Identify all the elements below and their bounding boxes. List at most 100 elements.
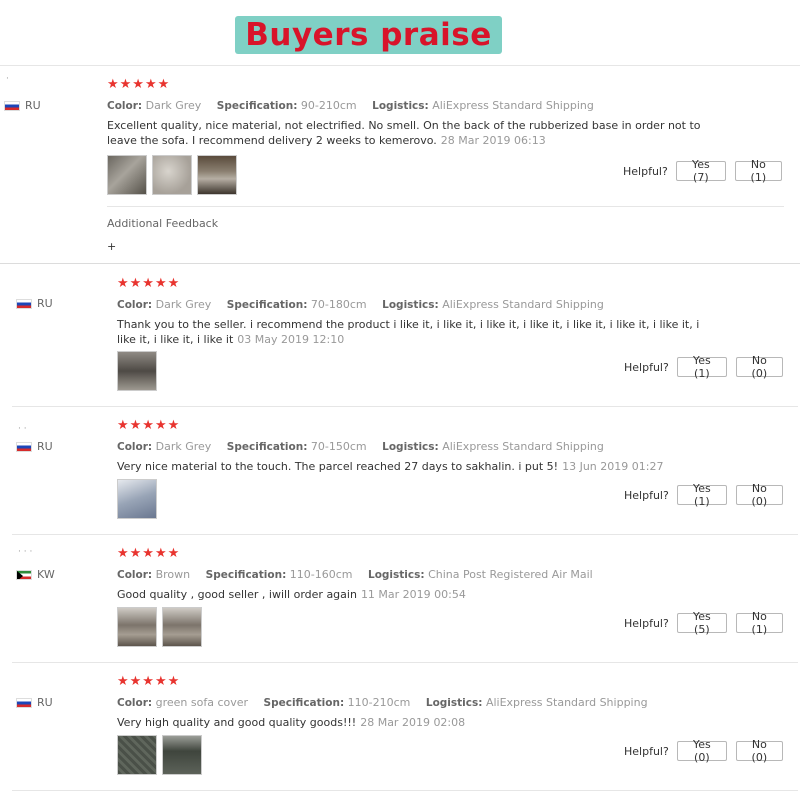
logistics-label: Logistics: [425,697,483,709]
review-text: Very high quality and good quality goods… [117,715,717,730]
color-label: Color: [117,299,153,311]
user-avatar-speck: · · [18,424,27,434]
divider [0,263,800,264]
review-photo[interactable] [117,607,157,647]
review-body: Very nice material to the touch. The par… [117,460,559,473]
review-meta: Color: Brown Specification: 110-160cm Lo… [117,567,717,583]
review-photo[interactable] [117,479,157,519]
helpful-votes: Helpful? Yes (5) No (1) [624,610,783,636]
helpful-label: Helpful? [623,164,668,178]
color-value: Dark Grey [145,99,202,112]
specification-value: 70-150cm [310,440,367,453]
divider [0,65,800,66]
review-meta: Color: Dark Grey Specification: 90-210cm… [107,98,707,114]
helpful-label: Helpful? [624,744,669,758]
specification-label: Specification: [216,100,298,112]
helpful-yes-button[interactable]: Yes (1) [676,354,727,380]
review-text: Good quality , good seller , iwill order… [117,587,717,602]
specification-label: Specification: [205,569,287,581]
divider [107,206,784,207]
color-value: green sofa cover [155,696,249,709]
review-photo[interactable] [117,735,157,775]
review-body: Thank you to the seller. i recommend the… [117,318,700,346]
logistics-label: Logistics: [372,100,429,112]
review-date: 03 May 2019 12:10 [237,333,345,346]
helpful-votes: Helpful? Yes (0) No (0) [624,738,783,764]
russia-flag-icon [16,298,32,309]
logistics-label: Logistics: [382,441,439,453]
review-photos [117,735,202,775]
review-photo[interactable] [162,735,202,775]
review-photo[interactable] [152,155,192,195]
review-photos [107,155,237,195]
review-body: Excellent quality, nice material, not el… [107,119,701,147]
color-label: Color: [117,441,153,453]
reviewer-country: RU [16,696,53,709]
review-content: ★★★★★ Color: Dark Grey Specification: 70… [117,419,717,474]
russia-flag-icon [4,100,20,111]
helpful-label: Helpful? [624,360,669,374]
logistics-value: AliExpress Standard Shipping [442,298,604,311]
specification-label: Specification: [263,697,345,709]
russia-flag-icon [16,441,32,452]
review-text: Very nice material to the touch. The par… [117,459,717,474]
country-code: RU [37,440,53,453]
review-photos [117,479,157,519]
review-text: Thank you to the seller. i recommend the… [117,317,717,347]
country-code: RU [37,696,53,709]
specification-value: 110-160cm [289,568,353,581]
helpful-no-button[interactable]: No (0) [735,738,783,764]
review-body: Very high quality and good quality goods… [117,716,357,729]
helpful-yes-button[interactable]: Yes (1) [676,482,727,508]
user-avatar-speck: · · · [18,547,33,557]
helpful-label: Helpful? [624,616,669,630]
reviewer-country: KW [16,568,55,581]
star-rating: ★★★★★ [117,546,181,561]
buyers-praise-banner: Buyers praise [235,16,502,54]
helpful-votes: Helpful? Yes (1) No (0) [624,482,783,508]
review-meta: Color: Dark Grey Specification: 70-150cm… [117,439,717,455]
logistics-label: Logistics: [368,569,425,581]
review-photo[interactable] [107,155,147,195]
review-photo[interactable] [162,607,202,647]
additional-feedback-expand[interactable]: + [107,240,116,253]
review-content: ★★★★★ Color: Brown Specification: 110-16… [117,547,717,602]
review-date: 11 Mar 2019 00:54 [360,588,466,601]
color-value: Dark Grey [155,298,212,311]
country-code: KW [37,568,55,581]
color-label: Color: [107,100,143,112]
review-photos [117,607,202,647]
color-label: Color: [117,697,153,709]
helpful-yes-button[interactable]: Yes (5) [676,610,727,636]
star-rating: ★★★★★ [117,418,181,433]
specification-label: Specification: [226,299,308,311]
color-value: Brown [155,568,191,581]
review-content: ★★★★★ Color: green sofa cover Specificat… [117,675,717,730]
review-photo[interactable] [117,351,157,391]
helpful-yes-button[interactable]: Yes (7) [675,158,726,184]
helpful-yes-button[interactable]: Yes (0) [676,738,727,764]
specification-value: 70-180cm [310,298,367,311]
russia-flag-icon [16,697,32,708]
logistics-value: AliExpress Standard Shipping [442,440,604,453]
review-content: ★★★★★ Color: Dark Grey Specification: 70… [117,277,717,347]
country-code: RU [37,297,53,310]
divider [12,662,798,663]
logistics-value: AliExpress Standard Shipping [432,99,594,112]
review-date: 28 Mar 2019 02:08 [360,716,466,729]
helpful-votes: Helpful? Yes (7) No (1) [623,158,782,184]
review-body: Good quality , good seller , iwill order… [117,588,357,601]
helpful-no-button[interactable]: No (0) [735,354,783,380]
logistics-value: AliExpress Standard Shipping [485,696,648,709]
review-date: 28 Mar 2019 06:13 [440,134,546,147]
reviewer-country: RU [4,99,41,112]
review-photos [117,351,157,391]
color-label: Color: [117,569,153,581]
star-rating: ★★★★★ [117,276,181,291]
review-text: Excellent quality, nice material, not el… [107,118,707,148]
helpful-no-button[interactable]: No (1) [734,158,782,184]
review-photo[interactable] [197,155,237,195]
helpful-no-button[interactable]: No (1) [735,610,783,636]
divider [12,534,798,535]
helpful-no-button[interactable]: No (0) [735,482,783,508]
